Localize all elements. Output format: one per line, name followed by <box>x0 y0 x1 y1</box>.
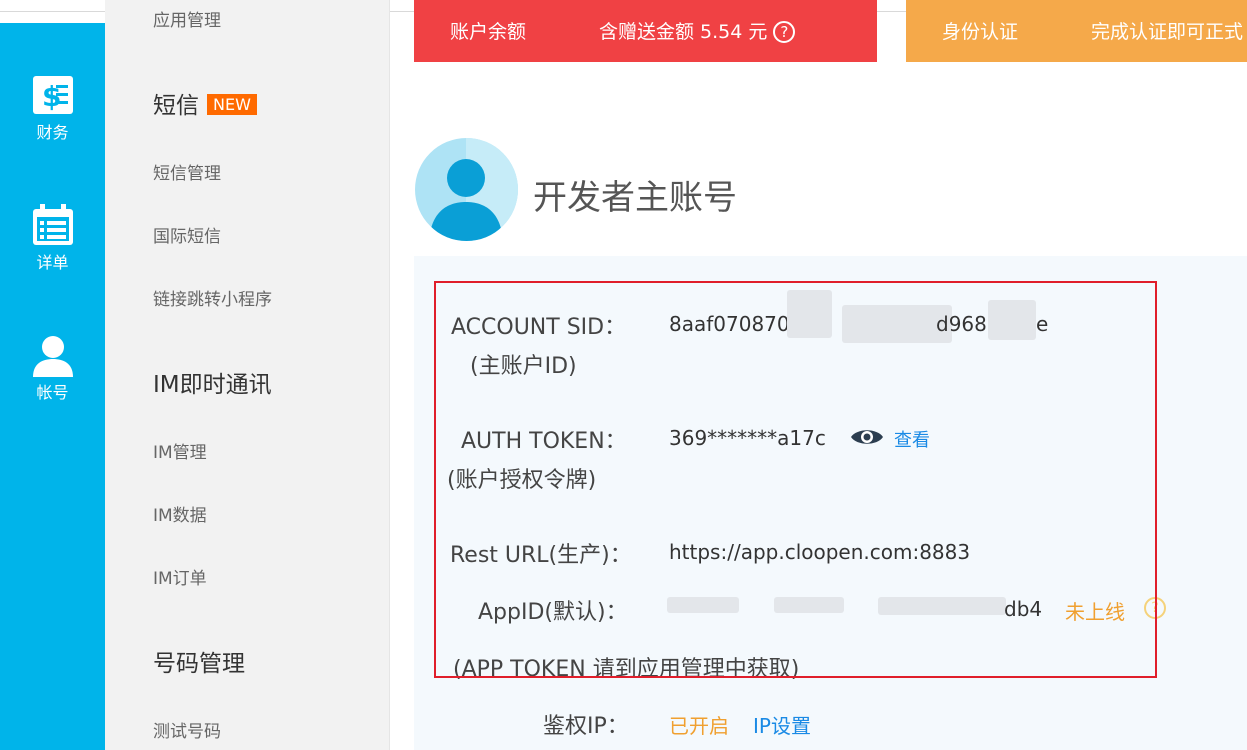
sms-heading-text: 短信 <box>153 93 199 119</box>
id-auth-banner[interactable]: 身份认证 完成认证即可正式 <box>906 0 1247 62</box>
nav-account[interactable]: 帐号 <box>0 333 105 403</box>
nav-finance[interactable]: $ 财务 <box>0 73 105 143</box>
submenu-number-heading: 号码管理 <box>153 651 245 677</box>
submenu-im-order[interactable]: IM订单 <box>153 564 207 589</box>
secondary-nav: 应用管理 短信 NEW 短信管理 国际短信 链接跳转小程序 IM即时通讯 IM管理… <box>105 0 390 750</box>
avatar-icon <box>429 138 518 241</box>
submenu-im-manage[interactable]: IM管理 <box>153 438 207 463</box>
submenu-sms-manage[interactable]: 短信管理 <box>153 159 221 184</box>
calendar-list-icon <box>32 204 73 245</box>
nav-finance-label: 财务 <box>36 123 69 142</box>
user-icon <box>32 336 73 377</box>
new-badge: NEW <box>207 94 257 115</box>
submenu-im-data[interactable]: IM数据 <box>153 501 207 526</box>
submenu-link-jump[interactable]: 链接跳转小程序 <box>153 285 272 310</box>
submenu-sms-heading: 短信 NEW <box>153 86 257 120</box>
ip-settings-link[interactable]: IP设置 <box>753 710 811 739</box>
gift-amount-text: 含赠送金额 5.54 元 <box>599 21 768 43</box>
question-circle-icon[interactable]: ? <box>773 21 796 43</box>
balance-banner: 账户余额 含赠送金额 5.54 元? <box>414 0 877 62</box>
id-auth-desc: 完成认证即可正式 <box>1091 21 1244 43</box>
auth-ip-label: 鉴权IP： <box>543 714 629 739</box>
submenu-im-heading: IM即时通讯 <box>153 372 272 398</box>
finance-icon: $ <box>32 76 73 114</box>
submenu-test-number[interactable]: 测试号码 <box>153 717 221 742</box>
highlight-box <box>434 281 1157 678</box>
balance-label: 账户余额 <box>450 21 527 43</box>
svg-text:$: $ <box>42 80 61 113</box>
page-title: 开发者主账号 <box>533 178 737 218</box>
submenu-app-manage[interactable]: 应用管理 <box>153 6 221 31</box>
avatar <box>415 138 518 241</box>
submenu-intl-sms[interactable]: 国际短信 <box>153 222 221 247</box>
gift-amount: 含赠送金额 5.54 元? <box>599 17 796 44</box>
nav-detail[interactable]: 详单 <box>0 203 105 273</box>
auth-ip-status: 已开启 <box>669 714 729 738</box>
nav-detail-label: 详单 <box>36 253 69 272</box>
id-auth-label: 身份认证 <box>942 21 1019 43</box>
nav-account-label: 帐号 <box>36 383 69 402</box>
primary-nav-rail: $ 财务 详单 帐号 <box>0 23 105 750</box>
